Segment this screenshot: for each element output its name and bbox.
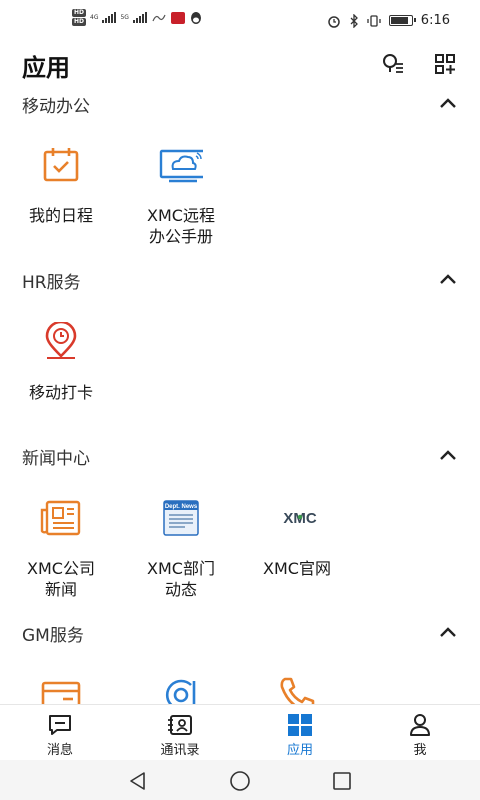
- hd-badge: HD: [72, 18, 87, 26]
- back-icon[interactable]: [126, 769, 150, 793]
- status-bar: HD HD 4G 5G 6:16: [0, 0, 480, 42]
- tab-me[interactable]: 我: [360, 713, 480, 758]
- section-title: GM服务: [22, 626, 84, 646]
- recents-icon[interactable]: [330, 769, 354, 793]
- notification-app-icon: [152, 14, 166, 21]
- vibrate-icon: [367, 14, 381, 27]
- section-title: 移动办公: [22, 97, 90, 117]
- dept-news-badge: Dept. News: [165, 504, 198, 510]
- app-label: XMC官网: [263, 559, 331, 578]
- notification-app-icon: [170, 11, 185, 24]
- tab-label: 消息: [46, 743, 73, 758]
- home-icon[interactable]: [228, 769, 252, 793]
- app-label: 移动打卡: [28, 383, 93, 402]
- network-5g-label: 5G: [120, 14, 129, 21]
- location-clock-icon: [39, 320, 83, 364]
- status-time: 6:16: [420, 13, 450, 28]
- app-dept-news[interactable]: Dept. News XMC部门 动态: [126, 496, 236, 600]
- signal-icon: [132, 12, 147, 23]
- card-icon: [39, 673, 83, 704]
- newspaper-icon: [39, 496, 83, 540]
- search-person-icon[interactable]: [380, 52, 406, 76]
- hd-badge: HD: [72, 9, 87, 17]
- section-title: 新闻中心: [22, 449, 90, 469]
- tab-apps[interactable]: 应用: [240, 713, 360, 758]
- alarm-icon: [328, 15, 340, 28]
- tab-contacts[interactable]: 通讯录: [120, 713, 240, 758]
- status-right: 6:16: [327, 13, 450, 28]
- chevron-up-icon[interactable]: [438, 625, 458, 639]
- app-label: XMC部门 动态: [147, 559, 215, 599]
- app-company-news[interactable]: XMC公司 新闻: [6, 496, 116, 600]
- app-gm-mail[interactable]: [126, 673, 236, 704]
- section-title: HR服务: [22, 273, 81, 293]
- tab-label: 我: [413, 743, 427, 758]
- battery-icon: [388, 15, 416, 26]
- tab-messages[interactable]: 消息: [0, 713, 120, 758]
- calendar-check-icon: [39, 143, 83, 187]
- signal-icon: [102, 12, 117, 23]
- phone-icon: [275, 673, 319, 704]
- network-type: 5G: [120, 14, 128, 21]
- tab-label: 应用: [286, 743, 313, 758]
- app-label: XMC远程 办公手册: [147, 206, 215, 246]
- bluetooth-icon: [350, 13, 358, 28]
- system-nav-bar: [0, 760, 480, 800]
- tab-label: 通讯录: [160, 743, 200, 758]
- chevron-up-icon[interactable]: [438, 96, 458, 110]
- network-4g-label: 4G: [90, 14, 99, 21]
- bottom-tab-bar: 消息 通讯录 应用 我: [0, 704, 480, 760]
- add-app-icon[interactable]: [433, 52, 459, 76]
- chevron-up-icon[interactable]: [438, 448, 458, 462]
- xmc-logo-icon: XMC: [275, 496, 319, 540]
- page-title: 应用: [22, 54, 70, 82]
- qq-icon: [190, 11, 201, 24]
- app-official-website[interactable]: XMC XMC官网: [242, 496, 352, 579]
- header: 应用: [0, 42, 480, 86]
- app-mobile-checkin[interactable]: 移动打卡: [6, 320, 116, 403]
- at-sign-icon: [159, 673, 203, 704]
- message-icon: [0, 713, 120, 737]
- app-my-schedule[interactable]: 我的日程: [6, 143, 116, 226]
- dept-news-icon: Dept. News: [159, 496, 203, 540]
- app-remote-office-manual[interactable]: XMC远程 办公手册: [126, 143, 236, 247]
- profile-icon: [360, 713, 480, 737]
- hd-indicators: HD HD: [72, 9, 87, 26]
- app-list[interactable]: 移动办公 我的日程 XMC远程 办公手册 HR服务 移动打卡 新闻中心 XMC公…: [0, 86, 480, 704]
- app-label: XMC公司 新闻: [27, 559, 95, 599]
- contacts-icon: [120, 713, 240, 737]
- app-label: 我的日程: [28, 206, 93, 225]
- apps-grid-icon: [240, 713, 360, 737]
- chevron-up-icon[interactable]: [438, 272, 458, 286]
- app-gm-card[interactable]: [6, 673, 116, 704]
- remote-monitor-icon: [159, 143, 203, 187]
- status-left: HD HD 4G 5G: [72, 9, 203, 26]
- network-type: 4G: [90, 14, 98, 21]
- app-gm-phone[interactable]: [242, 673, 352, 704]
